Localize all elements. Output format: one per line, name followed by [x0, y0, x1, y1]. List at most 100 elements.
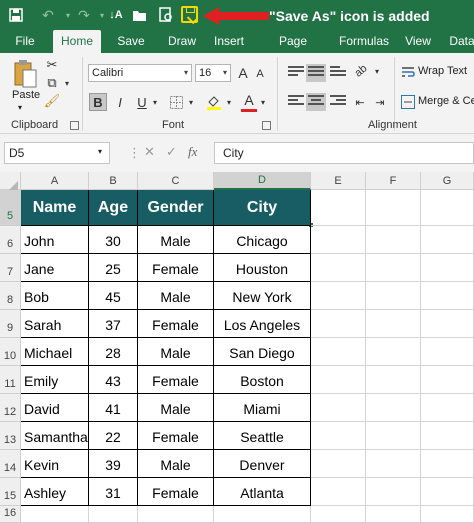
table-cell[interactable]: 25 [89, 254, 138, 282]
table-cell[interactable]: 43 [89, 366, 138, 394]
column-header-a[interactable]: A [21, 172, 89, 190]
tab-data[interactable]: Data [446, 30, 474, 53]
name-box[interactable]: D5 [4, 142, 110, 164]
select-all-corner[interactable] [0, 172, 21, 191]
table-cell[interactable]: 45 [89, 282, 138, 310]
empty-cell[interactable] [138, 506, 214, 523]
fill-color-icon[interactable] [205, 93, 223, 111]
empty-cell[interactable] [311, 190, 366, 226]
empty-cell[interactable] [421, 506, 474, 523]
save-icon[interactable] [6, 5, 26, 25]
font-size-select[interactable]: 16 ▾ [195, 64, 231, 82]
empty-cell[interactable] [366, 282, 421, 310]
formula-input[interactable]: City [214, 142, 474, 164]
row-header-10[interactable]: 10 [0, 338, 21, 366]
empty-cell[interactable] [421, 394, 474, 422]
font-color-icon[interactable]: A [241, 91, 257, 109]
table-cell[interactable]: 39 [89, 450, 138, 478]
table-cell[interactable]: Chicago [214, 226, 311, 254]
empty-cell[interactable] [421, 366, 474, 394]
row-header-11[interactable]: 11 [0, 366, 21, 394]
empty-cell[interactable] [311, 226, 366, 254]
table-cell[interactable]: Male [138, 226, 214, 254]
row-header-5[interactable]: 5 [0, 190, 21, 226]
table-cell[interactable]: Samantha [21, 422, 89, 450]
clipboard-launcher-icon[interactable] [70, 121, 79, 130]
table-cell[interactable]: Los Angeles [214, 310, 311, 338]
empty-cell[interactable] [311, 310, 366, 338]
cancel-icon[interactable]: ✕ [144, 144, 155, 160]
tab-page-layout[interactable]: Page Layout [260, 30, 326, 71]
increase-indent-icon[interactable]: ⇥ [372, 93, 388, 111]
empty-cell[interactable] [366, 422, 421, 450]
table-cell[interactable]: Male [138, 282, 214, 310]
undo-icon[interactable]: ↶ [38, 5, 58, 25]
row-header-8[interactable]: 8 [0, 282, 21, 310]
cut-icon[interactable]: ✂ [44, 57, 60, 73]
table-cell[interactable]: San Diego [214, 338, 311, 366]
table-cell[interactable]: Kevin [21, 450, 89, 478]
orientation-dropdown-icon[interactable]: ▾ [372, 62, 382, 80]
column-header-f[interactable]: F [366, 172, 421, 190]
table-cell[interactable]: Denver [214, 450, 311, 478]
table-cell[interactable]: 30 [89, 226, 138, 254]
align-left-icon[interactable] [288, 95, 304, 109]
decrease-indent-icon[interactable]: ⇤ [352, 93, 368, 111]
table-cell[interactable]: Female [138, 478, 214, 506]
paste-icon[interactable] [10, 57, 40, 91]
column-header-e[interactable]: E [311, 172, 366, 190]
table-header-cell[interactable]: City [214, 190, 311, 226]
bottom-align-icon[interactable] [330, 66, 346, 80]
fill-color-dropdown-icon[interactable]: ▾ [224, 93, 234, 111]
empty-cell[interactable] [366, 310, 421, 338]
print-preview-icon[interactable] [156, 5, 176, 25]
bold-button[interactable]: B [89, 93, 107, 111]
empty-cell[interactable] [311, 478, 366, 506]
table-cell[interactable]: Female [138, 366, 214, 394]
borders-dropdown-icon[interactable]: ▾ [186, 93, 196, 111]
tab-draw[interactable]: Draw [166, 30, 198, 53]
empty-cell[interactable] [421, 282, 474, 310]
row-header-9[interactable]: 9 [0, 310, 21, 338]
wrap-text-button[interactable]: Wrap Text [418, 65, 467, 77]
table-cell[interactable]: Atlanta [214, 478, 311, 506]
table-cell[interactable]: Ashley [21, 478, 89, 506]
redo-icon[interactable]: ↷ [74, 5, 94, 25]
table-header-cell[interactable]: Name [21, 190, 89, 226]
row-header-16[interactable]: 16 [0, 506, 21, 523]
underline-dropdown-icon[interactable]: ▾ [150, 93, 160, 111]
table-cell[interactable]: Male [138, 338, 214, 366]
empty-cell[interactable] [311, 450, 366, 478]
table-cell[interactable]: Seattle [214, 422, 311, 450]
empty-cell[interactable] [366, 394, 421, 422]
column-header-g[interactable]: G [421, 172, 474, 190]
table-cell[interactable]: Female [138, 422, 214, 450]
empty-cell[interactable] [366, 478, 421, 506]
save-as-icon[interactable] [181, 6, 198, 23]
empty-cell[interactable] [366, 254, 421, 282]
top-align-icon[interactable] [288, 66, 304, 80]
copy-icon[interactable]: ⧉ [44, 75, 60, 91]
grow-font-icon[interactable]: A [235, 64, 251, 82]
empty-cell[interactable] [421, 450, 474, 478]
row-header-7[interactable]: 7 [0, 254, 21, 282]
enter-icon[interactable]: ✓ [166, 144, 177, 160]
table-cell[interactable]: Michael [21, 338, 89, 366]
paste-label[interactable]: Paste [12, 89, 40, 101]
table-cell[interactable]: 28 [89, 338, 138, 366]
table-header-cell[interactable]: Gender [138, 190, 214, 226]
empty-cell[interactable] [366, 366, 421, 394]
empty-cell[interactable] [421, 338, 474, 366]
empty-cell[interactable] [89, 506, 138, 523]
table-cell[interactable]: 22 [89, 422, 138, 450]
tab-save-as[interactable]: Save As [109, 30, 153, 71]
orientation-icon[interactable]: ab [348, 58, 373, 83]
empty-cell[interactable] [311, 338, 366, 366]
tab-home[interactable]: Home [53, 30, 101, 53]
empty-cell[interactable] [421, 254, 474, 282]
shrink-font-icon[interactable]: A [253, 66, 267, 82]
empty-cell[interactable] [421, 422, 474, 450]
table-cell[interactable]: Emily [21, 366, 89, 394]
column-header-b[interactable]: B [89, 172, 138, 190]
table-cell[interactable]: Boston [214, 366, 311, 394]
